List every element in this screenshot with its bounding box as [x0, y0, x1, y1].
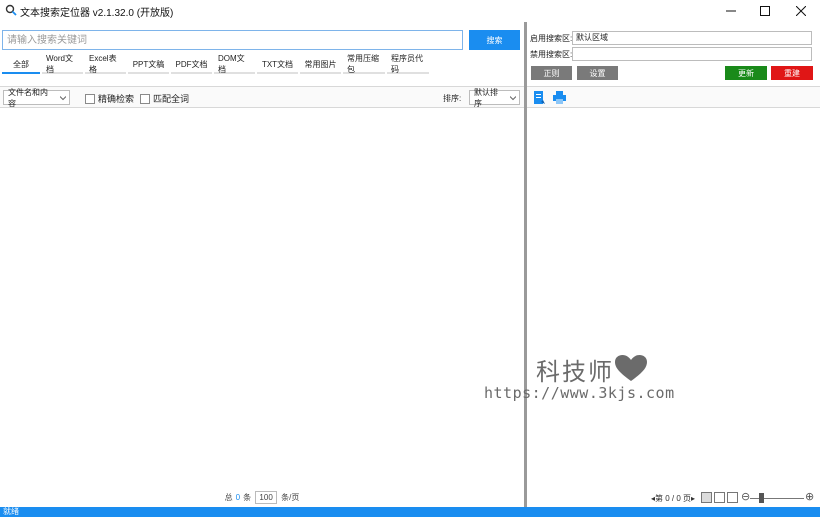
print-icon[interactable]: [552, 90, 567, 105]
watermark-url: https://www.3kjs.com: [484, 384, 675, 402]
minimize-icon: [726, 10, 736, 12]
update-button[interactable]: 更新: [725, 66, 767, 80]
reset-button[interactable]: 重建: [771, 66, 813, 80]
chevron-down-icon: [60, 96, 66, 101]
tab-archives[interactable]: 常用压缩包: [343, 54, 385, 74]
status-text: 就绪: [3, 507, 19, 516]
search-pane: 搜索 全部 Word文档 Excel表格 PPT文稿 PDF文档 DOM文档 T…: [0, 22, 524, 507]
total-prefix: 总: [224, 492, 233, 502]
window-title: 文本搜索定位器 v2.1.32.0 (开放版): [20, 8, 174, 19]
title-bar: 文本搜索定位器 v2.1.32.0 (开放版): [0, 0, 820, 22]
sort-select[interactable]: 默认排序: [469, 88, 520, 108]
enabled-area-input[interactable]: 默认区域: [572, 31, 812, 45]
chevron-down-icon: [510, 96, 516, 101]
next-page-button[interactable]: ▸: [691, 494, 695, 503]
maximize-icon: [760, 6, 770, 16]
close-icon: [796, 6, 806, 16]
two-page-view-button[interactable]: [714, 492, 725, 503]
sort-label: 排序:: [443, 94, 462, 103]
file-type-tabs: 全部 Word文档 Excel表格 PPT文稿 PDF文档 DOM文档 TXT文…: [2, 54, 431, 74]
tab-all[interactable]: 全部: [2, 56, 40, 74]
tab-dom[interactable]: DOM文档: [214, 54, 255, 74]
checkbox-box: [85, 93, 95, 104]
page-size-input[interactable]: 100: [255, 490, 278, 504]
tab-word[interactable]: Word文档: [42, 54, 83, 74]
tab-ppt[interactable]: PPT文稿: [128, 56, 169, 74]
fit-width-view-button[interactable]: [727, 492, 738, 503]
search-app-icon: [5, 4, 17, 16]
single-page-view-button[interactable]: [701, 492, 712, 503]
preview-toolbar: [527, 86, 820, 108]
disabled-area-label: 禁用搜索区:: [530, 50, 573, 59]
document-preview[interactable]: [527, 109, 820, 487]
tab-code[interactable]: 程序员代码: [387, 54, 429, 74]
zoom-slider-thumb[interactable]: [759, 493, 764, 503]
tab-txt[interactable]: TXT文档: [257, 56, 298, 74]
enabled-area-label: 启用搜索区:: [530, 34, 573, 43]
preview-pane: 启用搜索区: 默认区域 禁用搜索区: 正则 设置 更新 重建 ◂第 0 / 0 …: [527, 22, 820, 507]
total-count: 0: [235, 492, 241, 502]
search-input[interactable]: [2, 30, 463, 50]
document-locate-icon[interactable]: [532, 90, 547, 105]
zoom-out-icon[interactable]: ⊖: [741, 492, 750, 503]
page-indicator: ◂第 0 / 0 页▸: [651, 493, 695, 504]
close-button[interactable]: [784, 0, 818, 22]
preview-footer: ◂第 0 / 0 页▸ ⊖ ⊕: [527, 489, 820, 507]
maximize-button[interactable]: [748, 0, 782, 22]
watermark-title: 科技师: [536, 359, 614, 386]
status-bar: 就绪: [0, 507, 820, 517]
search-button[interactable]: 搜索: [469, 30, 520, 50]
sort-value: 默认排序: [474, 87, 498, 108]
exact-search-label: 精确检索: [98, 94, 135, 104]
checkbox-box: [140, 93, 150, 104]
pager: 总 0 条 100 条/页: [0, 488, 524, 506]
heart-icon: [615, 355, 647, 381]
regex-button[interactable]: 正则: [531, 66, 572, 80]
tab-images[interactable]: 常用图片: [300, 56, 341, 74]
page-indicator-text: 第 0 / 0 页: [655, 494, 692, 503]
match-word-label: 匹配全词: [153, 94, 190, 104]
match-word-checkbox[interactable]: 匹配全词: [140, 92, 189, 105]
tab-excel[interactable]: Excel表格: [85, 54, 126, 74]
app-window: 文本搜索定位器 v2.1.32.0 (开放版) 搜索 全部 Word文档 Exc…: [0, 0, 820, 517]
search-scope-value: 文件名和内容: [8, 87, 48, 108]
minimize-button[interactable]: [714, 0, 748, 22]
total-suffix: 条: [243, 492, 252, 502]
settings-button[interactable]: 设置: [577, 66, 618, 80]
tab-pdf[interactable]: PDF文档: [171, 56, 212, 74]
results-list[interactable]: [0, 109, 524, 487]
search-scope-select[interactable]: 文件名和内容: [3, 88, 70, 108]
disabled-area-input[interactable]: [572, 47, 812, 61]
exact-search-checkbox[interactable]: 精确检索: [85, 92, 134, 105]
page-size-suffix: 条/页: [281, 492, 300, 502]
zoom-in-icon[interactable]: ⊕: [805, 492, 814, 503]
filter-bar: 文件名和内容 精确检索 匹配全词 排序: 默认排序: [0, 86, 524, 108]
